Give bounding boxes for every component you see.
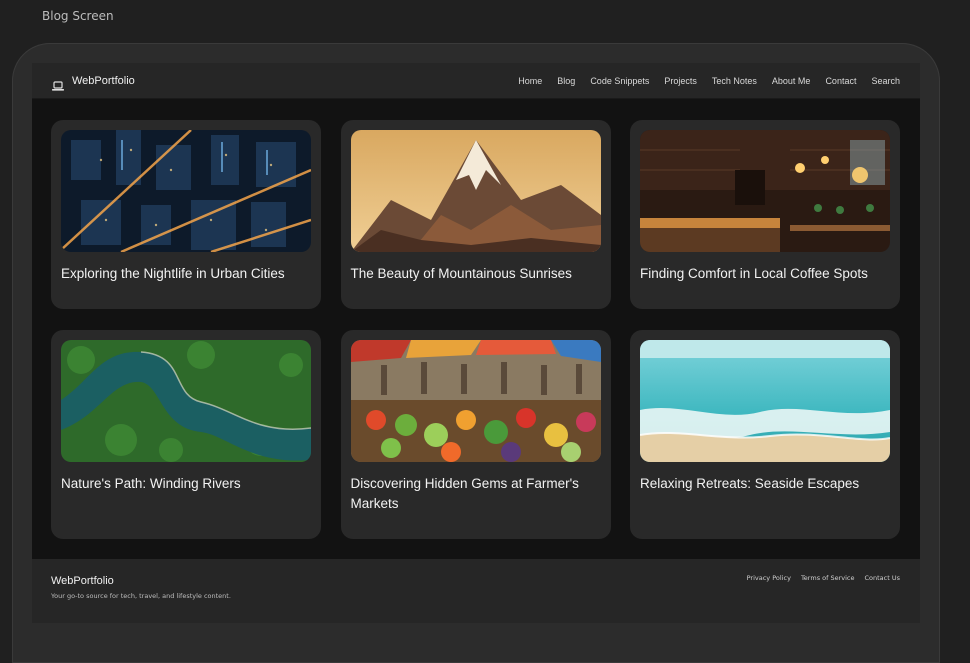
blog-card[interactable]: Relaxing Retreats: Seaside Escapes [630, 330, 900, 539]
blog-card-title: Exploring the Nightlife in Urban Cities [61, 266, 285, 281]
laptop-icon [52, 76, 64, 91]
footer-link-terms-of-service[interactable]: Terms of Service [801, 574, 855, 582]
nav-link-code-snippets[interactable]: Code Snippets [590, 76, 649, 86]
footer-link-contact-us[interactable]: Contact Us [865, 574, 901, 582]
nav-link-search[interactable]: Search [871, 76, 900, 86]
seaside-beach-image [640, 340, 890, 462]
footer-links: Privacy Policy Terms of Service Contact … [747, 574, 900, 582]
night-city-aerial-image [61, 130, 311, 252]
nav-link-home[interactable]: Home [518, 76, 542, 86]
coffee-shop-interior-image [640, 130, 890, 252]
blog-card-title: The Beauty of Mountainous Sunrises [350, 266, 572, 281]
brand-name: WebPortfolio [72, 74, 135, 87]
brand-logo[interactable]: WebPortfolio [52, 74, 135, 91]
blog-card[interactable]: Finding Comfort in Local Coffee Spots [630, 120, 900, 309]
blog-card-title: Discovering Hidden Gems at Farmer's Mark… [350, 476, 579, 511]
nav-link-blog[interactable]: Blog [557, 76, 575, 86]
blog-card[interactable]: The Beauty of Mountainous Sunrises [340, 120, 611, 309]
blog-card-title: Finding Comfort in Local Coffee Spots [640, 266, 868, 281]
blog-card[interactable]: Exploring the Nightlife in Urban Cities [51, 120, 321, 309]
screen-label: Blog Screen [42, 9, 114, 23]
page-footer: WebPortfolio Your go-to source for tech,… [32, 559, 920, 623]
nav-link-contact[interactable]: Contact [825, 76, 856, 86]
winding-river-forest-image [61, 340, 311, 462]
blog-card-title: Nature's Path: Winding Rivers [61, 476, 241, 491]
nav-link-projects[interactable]: Projects [664, 76, 697, 86]
nav-link-about-me[interactable]: About Me [772, 76, 811, 86]
farmers-market-image [350, 340, 601, 462]
footer-brand: WebPortfolio [51, 575, 114, 587]
blog-card-title: Relaxing Retreats: Seaside Escapes [640, 476, 860, 491]
top-navbar: WebPortfolio Home Blog Code Snippets Pro… [32, 63, 920, 99]
blog-card[interactable]: Discovering Hidden Gems at Farmer's Mark… [340, 330, 611, 539]
footer-tagline: Your go-to source for tech, travel, and … [51, 592, 231, 600]
nav-link-tech-notes[interactable]: Tech Notes [712, 76, 757, 86]
footer-link-privacy-policy[interactable]: Privacy Policy [747, 574, 791, 582]
nav-links: Home Blog Code Snippets Projects Tech No… [518, 76, 900, 86]
blog-card[interactable]: Nature's Path: Winding Rivers [51, 330, 321, 539]
browser-viewport: WebPortfolio Home Blog Code Snippets Pro… [32, 63, 920, 623]
mountain-sunrise-image [350, 130, 601, 252]
blog-post-grid: Exploring the Nightlife in Urban Cities [51, 120, 900, 539]
